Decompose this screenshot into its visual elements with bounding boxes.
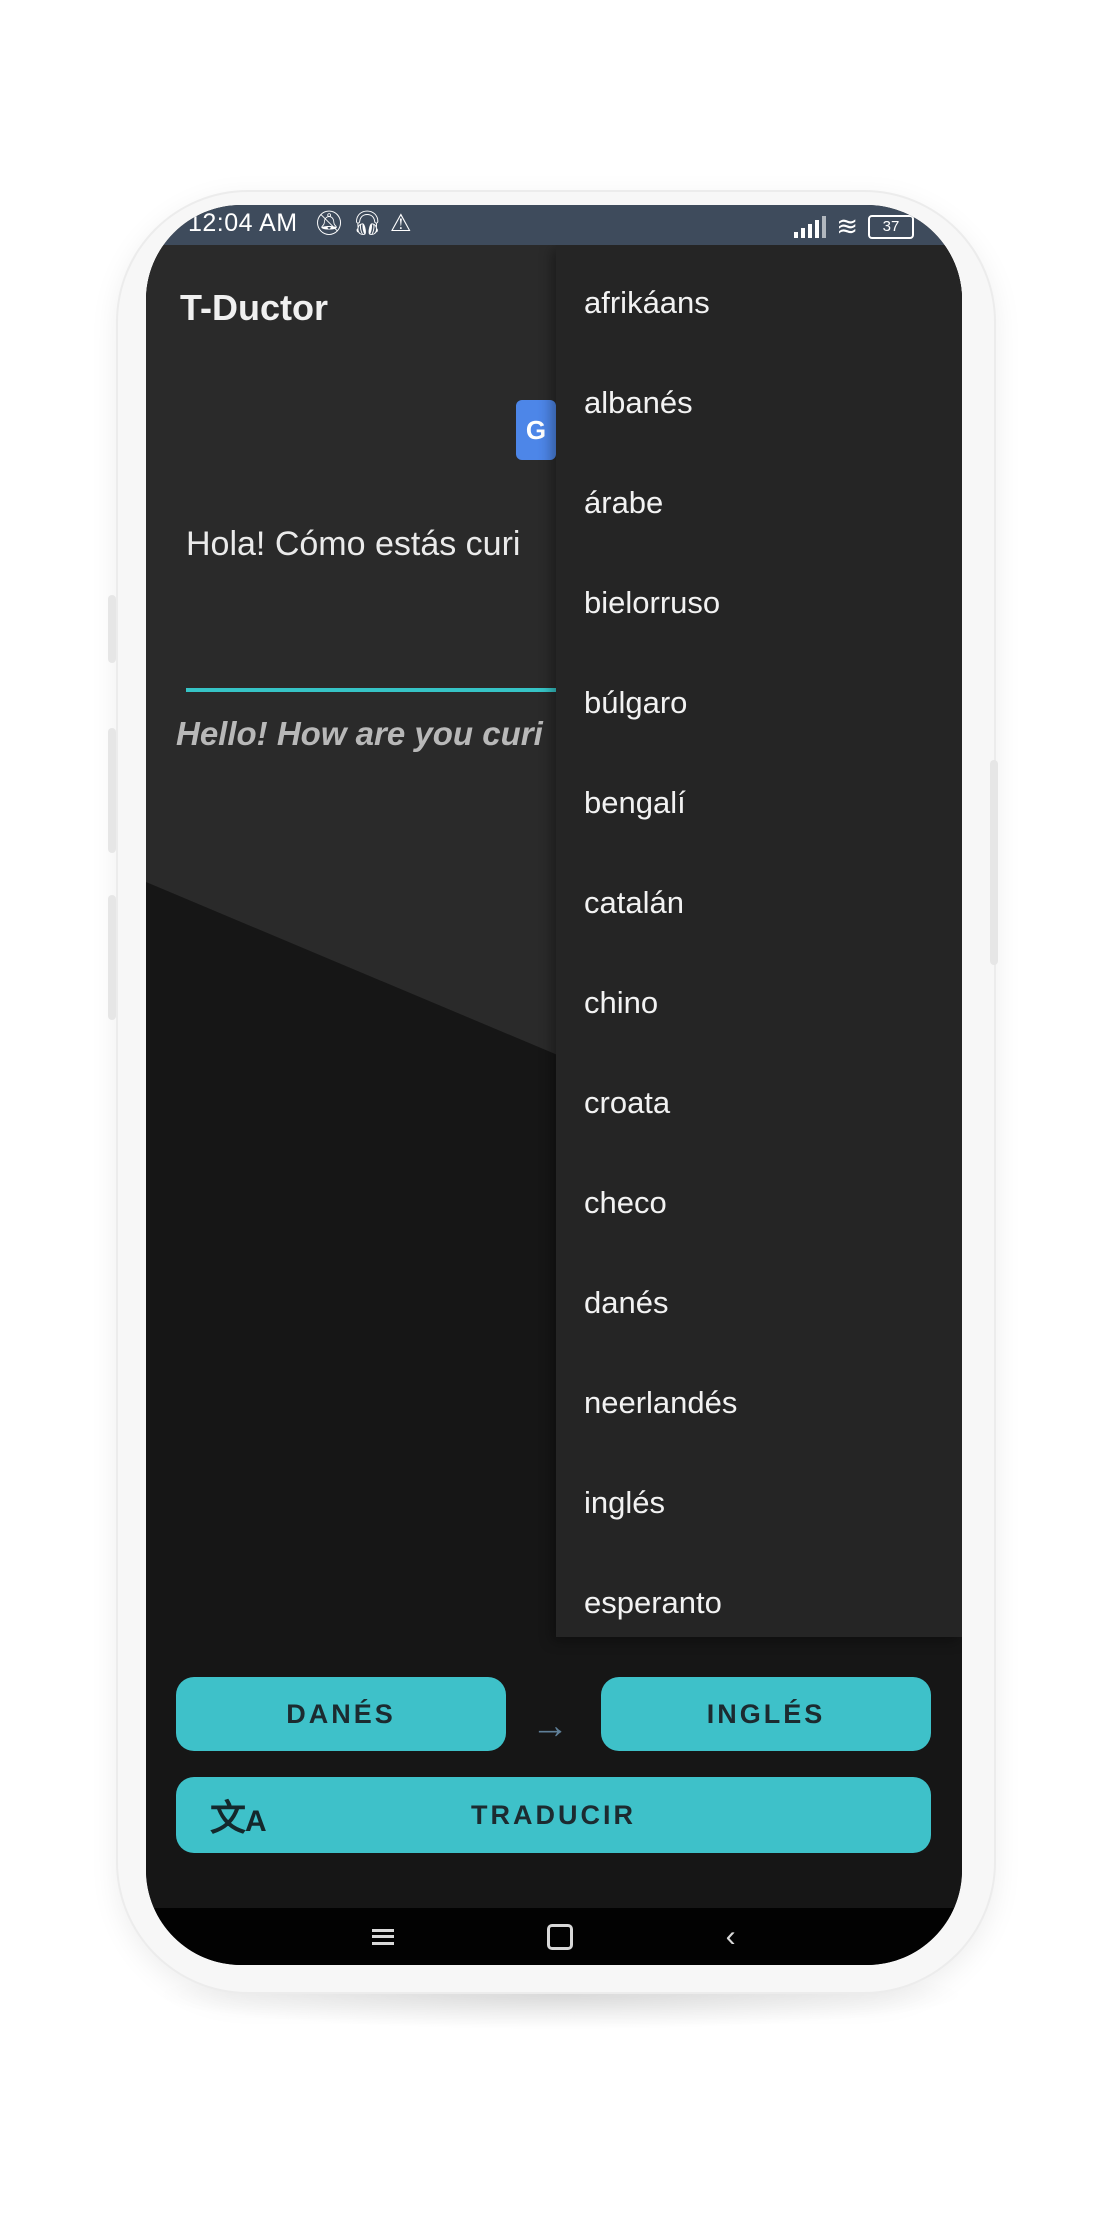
dropdown-item-neerlandes[interactable]: neerlandés <box>584 1373 737 1433</box>
source-language-button[interactable]: DANÉS <box>176 1677 506 1751</box>
back-icon[interactable]: ‹ <box>726 1920 736 1954</box>
translated-text: Hello! How are you curi <box>176 715 543 752</box>
status-right: ≋ 37 <box>794 211 914 242</box>
dropdown-item-bulgaro[interactable]: búlgaro <box>584 673 687 733</box>
side-button-left-2 <box>108 728 116 853</box>
target-language-button[interactable]: INGLÉS <box>601 1677 931 1751</box>
app-title: T-Ductor <box>180 287 328 328</box>
dropdown-item-checo[interactable]: checo <box>584 1173 667 1233</box>
warning-icon: ⚠ <box>390 210 412 237</box>
phone-screen: 12:04 AM 🔕︎ 🎧︎ ⚠ ≋ 37 T-Ductor G Hola! C… <box>146 205 962 1965</box>
wifi-icon: ≋ <box>836 211 858 241</box>
language-dropdown[interactable]: afrikáans albanés árabe bielorruso búlga… <box>556 245 962 1637</box>
source-language-label: DANÉS <box>286 1698 396 1729</box>
dropdown-item-afrikaans[interactable]: afrikáans <box>584 273 710 333</box>
side-button-left-1 <box>108 595 116 663</box>
dropdown-item-catalan[interactable]: catalán <box>584 873 684 933</box>
headphones-icon: 🎧︎ <box>352 210 383 237</box>
side-button-left-3 <box>108 895 116 1020</box>
dropdown-item-albanes[interactable]: albanés <box>584 373 693 433</box>
dropdown-item-danes[interactable]: danés <box>584 1273 668 1333</box>
dropdown-item-croata[interactable]: croata <box>584 1073 670 1133</box>
target-language-label: INGLÉS <box>706 1698 826 1729</box>
dropdown-item-ingles[interactable]: inglés <box>584 1473 665 1533</box>
source-text-input[interactable]: Hola! Cómo estás curi <box>186 525 566 564</box>
arrow-right-icon: → <box>531 1705 569 1747</box>
dropdown-item-arabe[interactable]: árabe <box>584 473 663 533</box>
battery-icon: 37 <box>868 214 914 239</box>
signal-icon <box>794 215 827 238</box>
input-underline <box>186 688 566 692</box>
bell-off-icon: 🔕︎ <box>314 210 345 237</box>
navigation-bar: ‹ <box>146 1908 962 1965</box>
home-icon[interactable] <box>546 1923 573 1950</box>
recents-icon[interactable] <box>372 1928 395 1945</box>
dropdown-item-bielorruso[interactable]: bielorruso <box>584 573 720 633</box>
translate-button[interactable]: 文A TRADUCIR <box>176 1777 931 1853</box>
dropdown-item-esperanto[interactable]: esperanto <box>584 1573 722 1633</box>
translate-icon: 文A <box>210 1797 270 1838</box>
app-area: T-Ductor G Hola! Cómo estás curi Hello! … <box>146 245 962 1908</box>
status-bar: 12:04 AM 🔕︎ 🎧︎ ⚠ ≋ 37 <box>146 205 962 245</box>
dropdown-item-chino[interactable]: chino <box>584 973 658 1033</box>
dropdown-item-bengali[interactable]: bengalí <box>584 773 686 833</box>
google-translate-badge[interactable]: G <box>516 400 556 460</box>
status-time: 12:04 AM <box>188 209 298 237</box>
side-button-right <box>990 760 998 965</box>
battery-level: 37 <box>882 218 900 235</box>
translate-button-label: TRADUCIR <box>471 1799 636 1830</box>
